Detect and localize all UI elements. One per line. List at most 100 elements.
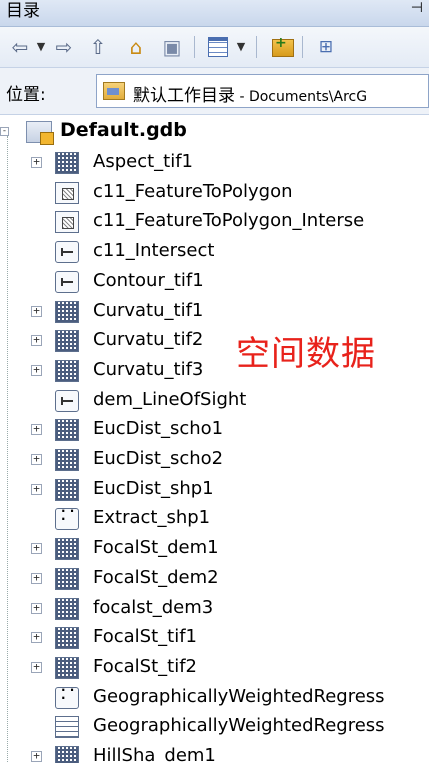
expand-toggle[interactable]: + — [31, 453, 42, 465]
tree-item-label: EucDist_shp1 — [93, 477, 214, 499]
forward-arrow-icon[interactable]: ⇨ — [52, 35, 76, 59]
expand-toggle[interactable]: + — [31, 156, 42, 168]
tree-item-label: FocalSt_tif2 — [93, 655, 197, 677]
window-title-bar: 目录 ⊣ — [0, 0, 429, 27]
location-path-cn: 默认工作目录 — [133, 86, 235, 106]
raster-dataset-icon — [55, 359, 79, 382]
expand-toggle[interactable]: + — [31, 750, 42, 762]
tree-item-label: focalst_dem3 — [93, 596, 214, 618]
line-feature-class-icon — [55, 389, 79, 412]
raster-dataset-icon — [55, 419, 79, 442]
tree-item[interactable]: + EucDist_scho2 — [0, 445, 429, 475]
raster-dataset-icon — [55, 567, 79, 590]
expand-toggle[interactable]: + — [31, 305, 42, 317]
catalog-tree: - Default.gdb + Aspect_tif1 c11_FeatureToP… — [0, 118, 429, 763]
location-label: 位置: — [6, 85, 46, 105]
tree-item-label: c11_FeatureToPolygon_Interse — [93, 210, 365, 232]
raster-dataset-icon — [55, 300, 79, 323]
polygon-feature-class-icon — [55, 181, 79, 204]
tree-item[interactable]: c11_Intersect — [0, 237, 429, 267]
tree-item-label: EucDist_scho1 — [93, 418, 224, 440]
raster-dataset-icon — [55, 478, 79, 501]
raster-dataset-icon — [55, 627, 79, 650]
raster-dataset-icon — [55, 597, 79, 620]
tree-item[interactable]: + HillSha_dem1 — [0, 742, 429, 763]
line-feature-class-icon — [55, 241, 79, 264]
toolbar-separator — [194, 36, 195, 58]
tree-item[interactable]: + FocalSt_tif1 — [0, 623, 429, 653]
tree-item-label: Aspect_tif1 — [93, 151, 193, 172]
tree-item[interactable]: GeographicallyWeightedRegress — [0, 683, 429, 713]
line-feature-class-icon — [55, 270, 79, 293]
annotation-label: 空间数据 — [236, 334, 376, 374]
view-toggle-icon[interactable] — [208, 37, 228, 57]
tree-item[interactable]: Extract_shp1 — [0, 504, 429, 534]
view-dropdown-icon[interactable]: ▼ — [234, 35, 248, 59]
tree-item-label: GeographicallyWeightedRegress — [93, 685, 385, 707]
back-dropdown-icon[interactable]: ▼ — [34, 35, 48, 59]
table-icon — [55, 716, 79, 739]
tree-item[interactable]: + EucDist_scho1 — [0, 415, 429, 445]
expand-toggle[interactable]: + — [31, 423, 42, 436]
tree-item[interactable]: + FocalSt_tif2 — [0, 653, 429, 683]
raster-dataset-icon — [55, 538, 79, 561]
raster-dataset-icon — [55, 449, 79, 471]
expand-toggle[interactable]: + — [31, 631, 42, 644]
raster-dataset-icon — [55, 152, 79, 174]
tree-item[interactable]: + Curvatu_tif1 — [0, 297, 429, 327]
tree-item-label: Curvatu_tif3 — [93, 358, 204, 380]
back-arrow-icon[interactable]: ⇦ — [8, 35, 32, 59]
location-path: 默认工作目录 - Documents\ArcG — [133, 81, 367, 106]
expand-toggle[interactable]: + — [31, 364, 42, 376]
expand-toggle[interactable]: + — [31, 334, 42, 347]
tree-item[interactable]: + Aspect_tif1 — [0, 148, 429, 178]
tree-item-label: Contour_tif1 — [93, 269, 204, 291]
tree-item-label: FocalSt_dem2 — [93, 566, 219, 588]
location-field[interactable]: 默认工作目录 - Documents\ArcG — [96, 74, 429, 108]
tree-root[interactable]: - Default.gdb — [0, 118, 429, 148]
pin-icon[interactable]: ⊣ — [411, 0, 423, 16]
tree-item-label: Curvatu_tif1 — [93, 299, 204, 321]
connect-folder-icon[interactable]: ▣ — [160, 35, 184, 59]
geodatabase-icon — [26, 121, 54, 145]
location-path-rest: - Documents\ArcG — [235, 89, 368, 105]
tree-root-label: Default.gdb — [60, 119, 187, 141]
tree-item-label: Curvatu_tif2 — [93, 329, 204, 351]
toolbar-separator — [302, 36, 303, 58]
tree-item[interactable]: GeographicallyWeightedRegress — [0, 712, 429, 742]
tree-item-label: c11_Intersect — [93, 240, 215, 262]
window-title: 目录 — [6, 1, 40, 21]
tree-item-label: FocalSt_tif1 — [93, 626, 197, 648]
raster-dataset-icon — [55, 656, 79, 679]
expand-toggle[interactable]: + — [31, 483, 42, 495]
expand-toggle[interactable]: + — [31, 661, 42, 673]
tree-item[interactable]: + focalst_dem3 — [0, 594, 429, 624]
up-folder-icon[interactable]: ⇧ — [86, 35, 110, 59]
tree-item-label: EucDist_scho2 — [93, 448, 224, 469]
tree-item[interactable]: + FocalSt_dem2 — [0, 564, 429, 594]
tree-item[interactable]: dem_LineOfSight — [0, 386, 429, 416]
toolbar-separator — [256, 36, 257, 58]
tree-item-label: GeographicallyWeightedRegress — [93, 715, 385, 737]
tree-item-label: HillSha_dem1 — [93, 745, 216, 763]
tree-item[interactable]: c11_FeatureToPolygon_Interse — [0, 207, 429, 237]
collapse-toggle[interactable]: - — [0, 127, 9, 136]
add-folder-icon[interactable] — [272, 31, 294, 57]
tree-item[interactable]: Contour_tif1 — [0, 267, 429, 297]
location-bar: 位置: 默认工作目录 - Documents\ArcG — [0, 68, 429, 115]
tree-view-icon[interactable]: ⊞ — [314, 35, 338, 59]
expand-toggle[interactable]: + — [31, 602, 42, 614]
point-feature-class-icon — [55, 686, 79, 709]
tree-item-label: Extract_shp1 — [93, 507, 211, 529]
tree-item-label: FocalSt_dem1 — [93, 537, 219, 559]
tree-item[interactable]: + FocalSt_dem1 — [0, 534, 429, 564]
raster-dataset-icon — [55, 746, 79, 763]
expand-toggle[interactable]: + — [31, 542, 42, 555]
folder-icon — [103, 82, 125, 100]
tree-item[interactable]: + EucDist_shp1 — [0, 475, 429, 505]
expand-toggle[interactable]: + — [31, 572, 42, 584]
home-icon[interactable]: ⌂ — [124, 35, 148, 59]
tree-item-label: dem_LineOfSight — [93, 388, 247, 410]
raster-dataset-icon — [55, 330, 79, 353]
tree-item[interactable]: c11_FeatureToPolygon — [0, 178, 429, 208]
